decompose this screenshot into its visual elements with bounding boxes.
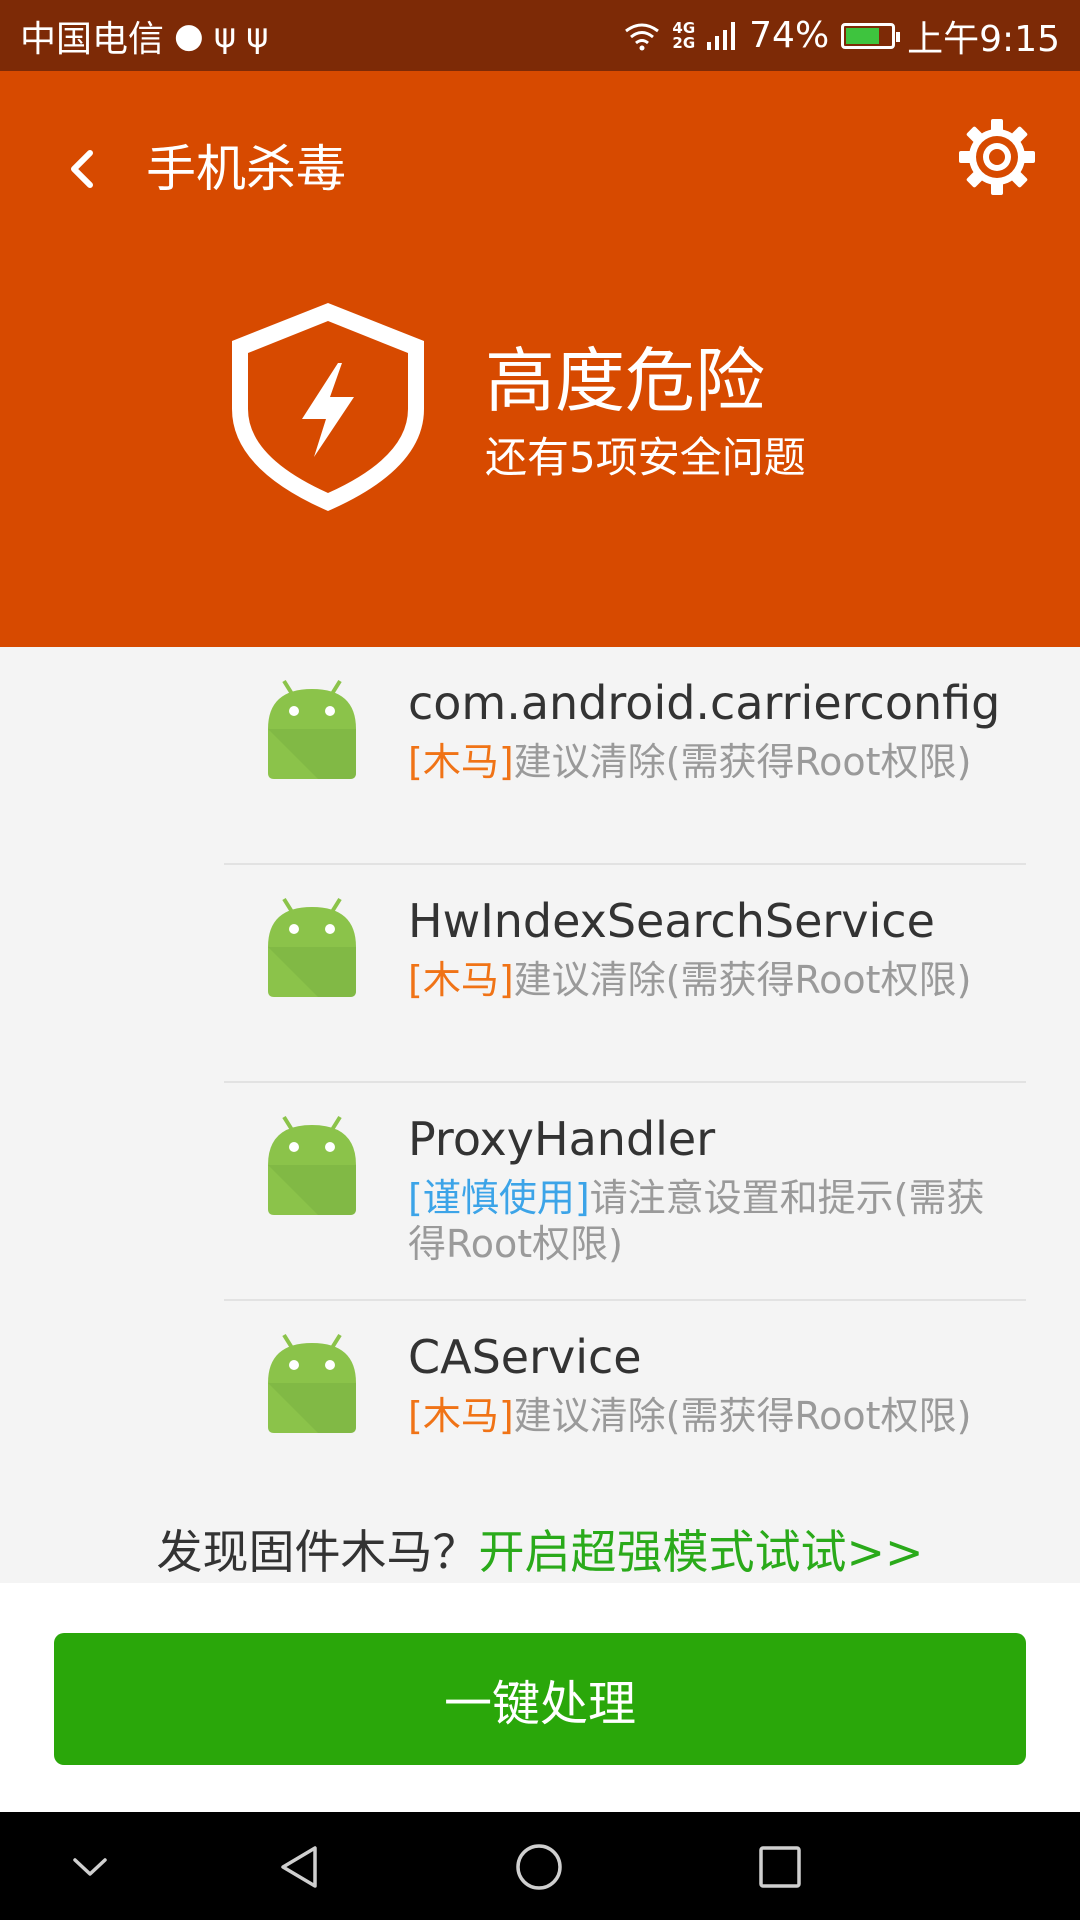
list-item[interactable]: ProxyHandler [谨慎使用]请注意设置和提示(需获得Root权限) <box>0 1083 1080 1301</box>
threat-list: com.android.carrierconfig [木马]建议清除(需获得Ro… <box>0 647 1080 1519</box>
threat-tag: [木马] <box>408 1394 514 1438</box>
header: 手机杀毒 高度危险 还有5项安全问题 <box>0 71 1080 647</box>
gear-icon[interactable] <box>955 115 1039 199</box>
circle-home-icon[interactable] <box>514 1842 564 1892</box>
advice-text: 建议清除(需获得Root权限) <box>513 740 972 784</box>
app-name: com.android.carrierconfig <box>408 676 1001 730</box>
usb-icon: ψ <box>213 15 237 56</box>
chevron-down-icon[interactable] <box>65 1842 115 1892</box>
one-click-fix-button[interactable]: 一键处理 <box>54 1633 1026 1765</box>
list-item[interactable]: com.android.carrierconfig [木马]建议清除(需获得Ro… <box>0 647 1080 865</box>
threat-tag: [谨慎使用] <box>408 1176 590 1220</box>
threat-tag: [木马] <box>408 740 514 784</box>
app-description: [木马]建议清除(需获得Root权限) <box>408 957 1008 1003</box>
battery-percent: 74% <box>749 15 830 56</box>
app-name: CAService <box>408 1330 642 1384</box>
battery-icon <box>841 22 901 49</box>
app-name: ProxyHandler <box>408 1112 716 1166</box>
navigation-bar <box>0 1812 1080 1920</box>
threat-tag: [木马] <box>408 958 514 1002</box>
app-description: [谨慎使用]请注意设置和提示(需获得Root权限) <box>408 1175 1008 1267</box>
usb-icon-2: ψ <box>246 15 269 56</box>
list-item[interactable]: CAService [木马]建议清除(需获得Root权限) <box>0 1301 1080 1519</box>
firmware-promo: 发现固件木马？开启超强模式试试>> <box>0 1520 1080 1584</box>
app-description: [木马]建议清除(需获得Root权限) <box>408 1393 1008 1439</box>
app-name: HwIndexSearchService <box>408 894 935 948</box>
clock: 上午9:15 <box>907 18 1060 60</box>
android-icon <box>268 897 356 997</box>
super-mode-link[interactable]: 开启超强模式试试>> <box>478 1525 923 1579</box>
triangle-back-icon[interactable] <box>275 1842 325 1892</box>
signal-icon <box>707 21 736 50</box>
square-recent-icon[interactable] <box>755 1842 805 1892</box>
wifi-icon <box>625 23 660 50</box>
network-bottom-label: 2G <box>672 33 696 52</box>
list-item[interactable]: HwIndexSearchService [木马]建议清除(需获得Root权限) <box>0 865 1080 1083</box>
back-arrow-icon[interactable] <box>60 129 104 209</box>
android-icon <box>268 1333 356 1433</box>
status-bar: 中国电信 ● ψ ψ 4G 2G 74% 上午9:15 <box>0 0 1080 71</box>
battery-level <box>846 27 879 44</box>
shield-lightning-icon <box>232 303 424 511</box>
footer: 一键处理 <box>0 1583 1080 1812</box>
android-icon <box>268 1115 356 1215</box>
android-icon <box>268 679 356 779</box>
risk-level: 高度危险 <box>485 340 765 422</box>
page-title: 手机杀毒 <box>146 140 346 198</box>
network-type-badge: 4G 2G <box>672 20 696 52</box>
carrier-label: 中国电信 <box>20 18 165 60</box>
promo-text: 发现固件木马？ <box>156 1525 479 1579</box>
advice-text: 建议清除(需获得Root权限) <box>513 1394 972 1438</box>
risk-summary: 还有5项安全问题 <box>485 433 806 482</box>
notification-app-icon: ● <box>174 15 204 56</box>
app-description: [木马]建议清除(需获得Root权限) <box>408 739 1008 785</box>
advice-text: 建议清除(需获得Root权限) <box>513 958 972 1002</box>
